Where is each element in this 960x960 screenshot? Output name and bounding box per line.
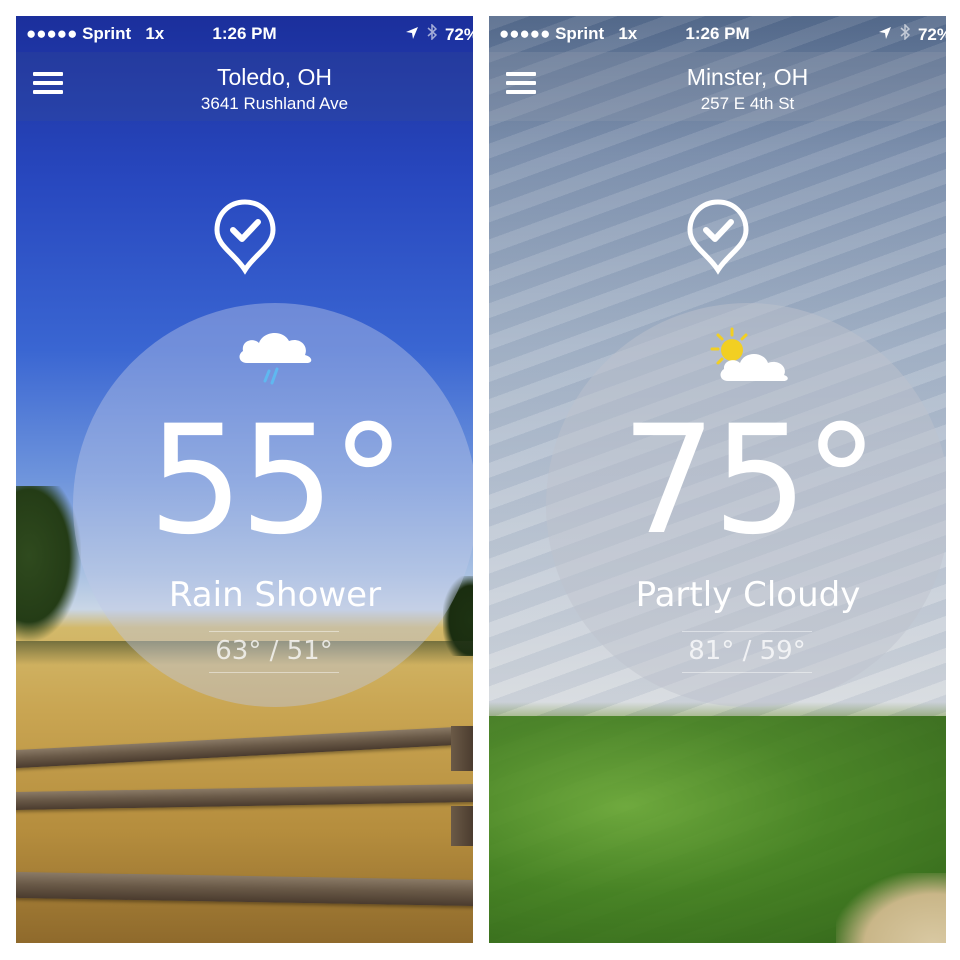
street-address: 257 E 4th St	[700, 94, 795, 113]
city-name: Minster, OH	[686, 64, 809, 90]
status-system-icons: 72%	[878, 23, 946, 45]
bluetooth-icon	[427, 23, 438, 45]
weather-screen-left: ●●●●● Sprint 1x 1:26 PM 72% Toledo, OH 3…	[16, 16, 473, 943]
fence-post	[451, 726, 473, 771]
condition-label: Partly Cloudy	[635, 575, 861, 615]
status-system-icons: 72%	[405, 23, 473, 45]
current-temperature: 55°	[148, 394, 406, 568]
high-low-temperature: 81° / 59°	[682, 631, 812, 673]
battery-percentage: 72%	[444, 24, 473, 44]
background-tree	[16, 486, 81, 641]
fence-post	[451, 806, 473, 846]
condition-label: Rain Shower	[168, 575, 382, 615]
high-low-temperature: 63° / 51°	[209, 631, 339, 673]
location-header: Minster, OH 257 E 4th St	[489, 52, 946, 121]
rain-cloud-icon	[233, 323, 317, 397]
weather-summary-circle: 75° Partly Cloudy 81° / 59°	[546, 303, 946, 707]
bluetooth-icon	[900, 23, 911, 45]
location-arrow-icon	[878, 25, 892, 45]
weather-screen-right: ●●●●● Sprint 1x 1:26 PM 72% Minster, OH …	[489, 16, 946, 943]
partly-cloudy-icon	[706, 323, 790, 397]
status-bar: ●●●●● Sprint 1x 1:26 PM 72%	[489, 16, 946, 52]
status-bar: ●●●●● Sprint 1x 1:26 PM 72%	[16, 16, 473, 52]
location-check-pin-icon[interactable]	[213, 198, 277, 278]
weather-summary-circle: 55° Rain Shower 63° / 51°	[73, 303, 473, 707]
city-name: Toledo, OH	[216, 64, 333, 90]
background-path	[836, 873, 946, 943]
location-arrow-icon	[405, 25, 419, 45]
location-check-pin-icon[interactable]	[686, 198, 750, 278]
street-address: 3641 Rushland Ave	[200, 94, 349, 113]
current-temperature: 75°	[621, 394, 879, 568]
location-header: Toledo, OH 3641 Rushland Ave	[16, 52, 473, 121]
battery-percentage: 72%	[917, 24, 946, 44]
